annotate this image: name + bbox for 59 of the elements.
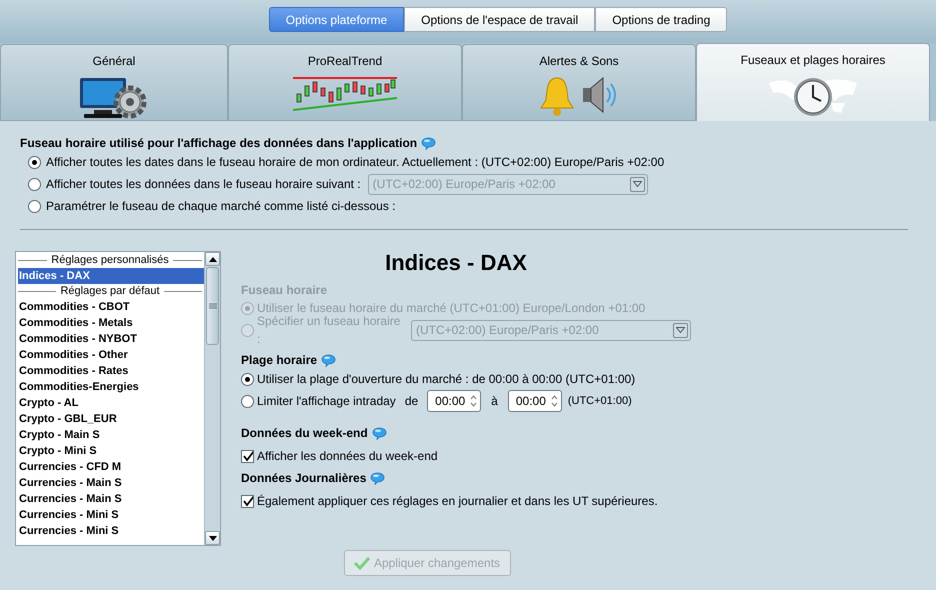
help-bubble-icon[interactable]: [321, 354, 336, 366]
checkmark-icon: [354, 556, 370, 570]
help-bubble-icon[interactable]: [372, 426, 387, 440]
scroll-down-icon[interactable]: [205, 531, 220, 545]
timezone-label: (UTC+01:00): [568, 394, 632, 409]
tab[interactable]: Options de trading: [595, 7, 728, 32]
scroll-thumb[interactable]: [206, 267, 219, 345]
tab[interactable]: Options de l'espace de travail: [404, 7, 596, 32]
list-item[interactable]: Commodities-Energies: [18, 379, 204, 395]
section-heading: Fuseau horaire utilisé pour l'affichage des données dans l'application: [20, 135, 418, 152]
option-label: Utiliser le fuseau horaire du marché (UTC+01:00) Europe/London +01:00: [257, 300, 646, 316]
scroll-up-icon[interactable]: [205, 252, 220, 266]
radio-button[interactable]: [28, 200, 41, 212]
list-item[interactable]: Currencies - Mini S: [18, 523, 204, 539]
option-label: Afficher toutes les dates dans le fuseau horaire de mon ordinateur. Actuellement : (UTC+02:00) Europe/Paris +02:00: [46, 154, 664, 171]
section-heading: Plage horaire: [241, 352, 318, 369]
list-item[interactable]: Commodities - Other: [18, 347, 204, 363]
tab[interactable]: Alertes & Sons: [462, 44, 696, 121]
range-label: à: [491, 393, 498, 410]
scrollbar[interactable]: [204, 252, 220, 545]
list-group-header: Réglages par défaut: [60, 284, 160, 300]
range-label: de: [404, 393, 418, 410]
radio-button[interactable]: [28, 156, 41, 168]
list-item[interactable]: Commodities - Rates: [18, 363, 204, 379]
option-label: Paramétrer le fuseau de chaque marché comme listé ci-dessous :: [46, 198, 396, 215]
list-item[interactable]: Currencies - Main S: [18, 475, 204, 491]
help-bubble-icon[interactable]: [421, 136, 436, 150]
time-spinner[interactable]: 00:00: [427, 390, 482, 412]
option-label: Utiliser la plage d'ouverture du marché : de 00:00 à 00:00 (UTC+01:00): [257, 371, 636, 388]
checkbox[interactable]: [241, 450, 254, 462]
option-label: Limiter l'affichage intraday: [257, 393, 396, 410]
section-heading: Données du week-end: [241, 425, 368, 442]
radio-button[interactable]: [241, 372, 254, 386]
help-bubble-icon[interactable]: [370, 472, 386, 484]
list-group-header: Réglages personnalisés: [51, 253, 169, 268]
list-item[interactable]: Currencies - Main S: [18, 491, 204, 507]
option-label: Spécifier un fuseau horaire :: [257, 313, 402, 348]
list-item[interactable]: Crypto - Main S: [18, 427, 204, 443]
list-item[interactable]: Commodities - Metals: [18, 315, 204, 331]
radio-button[interactable]: [241, 394, 254, 408]
list-item[interactable]: Commodities - CBOT: [18, 299, 204, 315]
section-heading: Fuseau horaire: [241, 282, 328, 297]
list-item[interactable]: Currencies - Mini S: [18, 507, 204, 523]
tab[interactable]: ProRealTrend: [228, 44, 462, 121]
tab[interactable]: Fuseaux et plages horaires: [696, 43, 930, 121]
option-label: Afficher toutes les données dans le fuseau horaire suivant :: [46, 176, 361, 193]
time-spinner[interactable]: 00:00: [508, 390, 562, 412]
list-item[interactable]: Crypto - AL: [18, 395, 204, 411]
list-item[interactable]: Indices - DAX: [18, 268, 204, 284]
detail-title: Indices - DAX: [384, 251, 528, 275]
section-heading: Données Journalières: [241, 470, 366, 487]
list-item[interactable]: Currencies - CFD M: [18, 459, 204, 475]
checkbox[interactable]: [241, 494, 254, 508]
tab[interactable]: Général: [0, 44, 228, 121]
list-item[interactable]: Crypto - Mini S: [18, 443, 204, 459]
list-item[interactable]: Commodities - NYBOT: [18, 331, 204, 347]
checkbox-label: Afficher les données du week-end: [257, 448, 438, 465]
checkbox-label: Également appliquer ces réglages en journalier et dans les UT supérieures.: [257, 493, 658, 510]
list-item[interactable]: Crypto - GBL_EUR: [18, 411, 204, 427]
